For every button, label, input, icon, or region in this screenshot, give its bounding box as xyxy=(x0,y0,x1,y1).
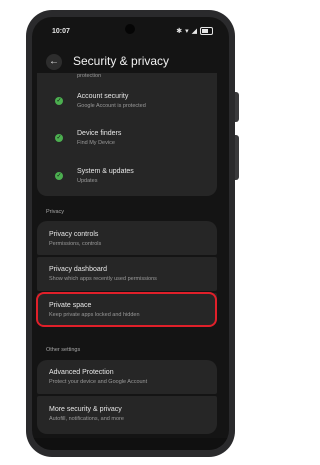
item-title: Privacy controls xyxy=(49,231,99,238)
section-header-privacy: Privacy xyxy=(46,209,65,215)
item-title: Device finders xyxy=(77,130,122,137)
camera-cutout xyxy=(125,24,135,34)
battery-icon xyxy=(200,27,213,35)
item-subtitle: Find My Device xyxy=(77,140,115,146)
partial-subtitle: protection xyxy=(77,73,102,79)
checkmark-icon: ✓ xyxy=(55,134,63,142)
item-title: Privacy dashboard xyxy=(49,266,107,273)
page-title: Security & privacy xyxy=(73,54,170,68)
security-item-system-updates[interactable]: ✓ System & updates Updates xyxy=(37,159,217,195)
section-header-other: Other settings xyxy=(46,347,81,353)
status-icons: ✱ ▾ ◢ xyxy=(176,27,213,35)
other-item-more-security[interactable]: More security & privacy Autofill, notifi… xyxy=(37,396,217,434)
checkmark-icon: ✓ xyxy=(55,172,63,180)
highlight-box xyxy=(36,292,217,327)
power-button xyxy=(235,92,239,122)
volume-button xyxy=(235,135,239,180)
item-subtitle: Google Account is protected xyxy=(77,103,146,109)
checkmark-icon: ✓ xyxy=(55,97,63,105)
back-arrow-icon: ← xyxy=(49,56,59,67)
wifi-icon: ▾ xyxy=(185,28,189,35)
privacy-item-dashboard[interactable]: Privacy dashboard Show which apps recent… xyxy=(37,257,217,291)
screen: 10:07 ✱ ▾ ◢ ← Security & privacy protect… xyxy=(32,17,229,450)
item-subtitle: Updates xyxy=(77,178,98,184)
item-title: More security & privacy xyxy=(49,406,122,413)
security-item-device-finders[interactable]: ✓ Device finders Find My Device xyxy=(37,121,217,157)
other-item-advanced-protection[interactable]: Advanced Protection Protect your device … xyxy=(37,360,217,394)
back-button[interactable]: ← xyxy=(46,54,62,70)
navigation-bar xyxy=(32,438,229,450)
status-bar: 10:07 ✱ ▾ ◢ xyxy=(32,17,229,45)
item-subtitle: Protect your device and Google Account xyxy=(49,379,148,385)
security-item-account[interactable]: ✓ Account security Google Account is pro… xyxy=(37,82,217,118)
item-title: Advanced Protection xyxy=(49,369,114,376)
item-subtitle: Show which apps recently used permission… xyxy=(49,276,157,282)
item-subtitle: Autofill, notifications, and more xyxy=(49,416,124,422)
item-title: Account security xyxy=(77,93,129,100)
privacy-item-controls[interactable]: Privacy controls Permissions, controls xyxy=(37,221,217,255)
item-subtitle: Permissions, controls xyxy=(49,241,102,247)
status-time: 10:07 xyxy=(52,28,70,35)
item-title: System & updates xyxy=(77,168,134,175)
signal-icon: ◢ xyxy=(191,28,197,35)
bluetooth-icon: ✱ xyxy=(176,28,183,35)
security-card: protection ✓ Account security Google Acc… xyxy=(37,73,217,196)
